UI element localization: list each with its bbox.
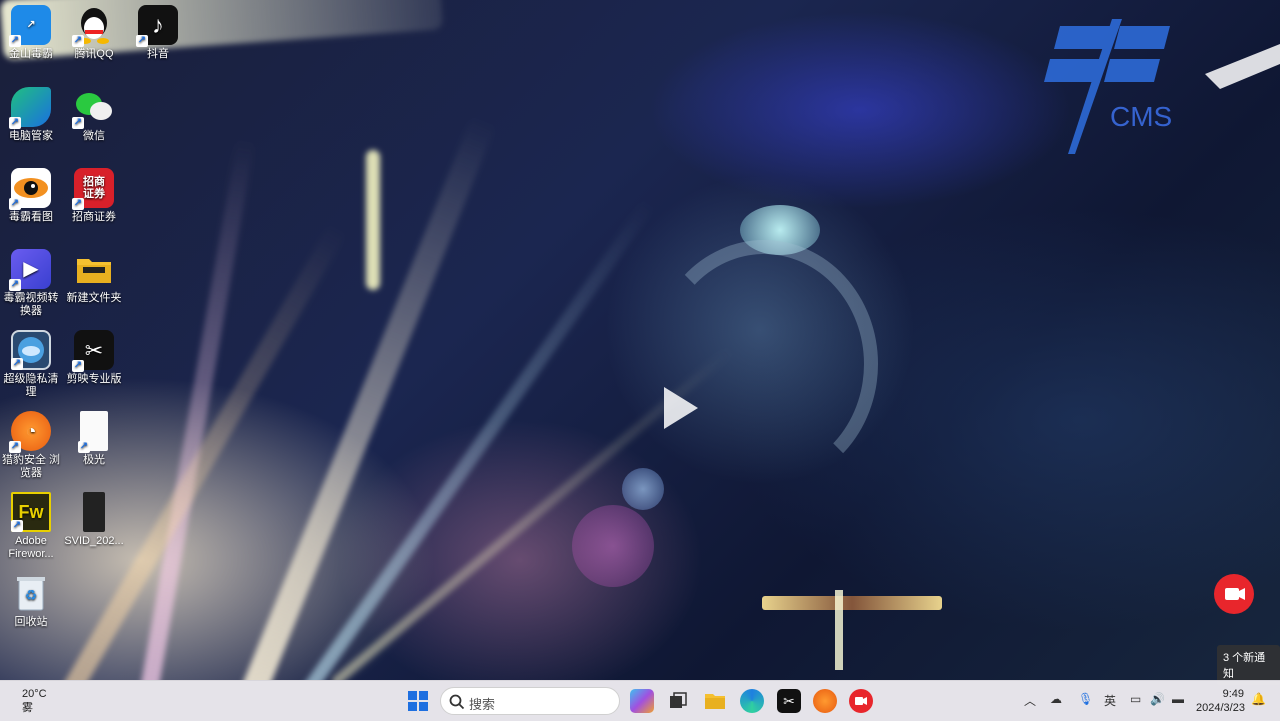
desktop-icon-label: 毒霸看图	[9, 211, 53, 223]
desktop-icon-fireworks[interactable]: Fw ↗ Adobe Firewor...	[0, 492, 63, 561]
network-icon[interactable]: ▭	[1130, 692, 1141, 706]
desktop-wallpaper: CMS	[0, 0, 1280, 680]
desktop-icon-recycle-bin[interactable]: ♻ 回收站	[0, 573, 63, 629]
desktop-icon-privacy-cleaner[interactable]: ↗ 超级隐私清理	[0, 330, 63, 399]
fireworks-icon: Fw ↗	[11, 492, 51, 532]
capcut-taskbar-icon[interactable]: ✂	[777, 689, 801, 713]
shortcut-arrow-icon: ↗	[11, 520, 23, 532]
desktop-icon-label: 极光	[83, 454, 105, 466]
desktop-icon-pc-manager[interactable]: ↗ 电脑管家	[0, 87, 63, 143]
shortcut-arrow-icon: ↗	[72, 117, 84, 129]
ime-indicator[interactable]: 英	[1104, 692, 1116, 709]
windows-start-icon[interactable]	[406, 689, 430, 713]
privacy-cleaner-icon: ↗	[11, 330, 51, 370]
volume-icon[interactable]: 🔊	[1150, 692, 1165, 706]
desktop-icon-label: 微信	[83, 130, 105, 142]
desktop-icon-image-viewer[interactable]: ↗ 毒霸看图	[0, 168, 63, 224]
video-file-icon	[83, 492, 105, 532]
file-explorer-icon[interactable]	[703, 689, 727, 713]
notification-toast[interactable]: 3 个新通知	[1217, 645, 1280, 685]
desktop-icon-label: SVID_202...	[64, 535, 124, 547]
taskbar: 20°C 雾 搜索 ✂ ︿ ☁ 🎙 英 ▭ 🔊 ▬ 9:49 2024/3/23…	[0, 680, 1280, 721]
notification-bell-icon[interactable]: 🔔	[1251, 692, 1266, 706]
desktop-icon-label: 抖音	[147, 48, 169, 60]
battery-icon[interactable]: ▬	[1172, 692, 1184, 706]
search-placeholder: 搜索	[469, 697, 496, 712]
desktop-icon-screen-recorder[interactable]	[1214, 574, 1254, 614]
desktop-icon-douyin[interactable]: ♪ ↗ 抖音	[126, 5, 190, 61]
copilot-icon[interactable]	[630, 689, 654, 713]
folder-icon	[74, 249, 114, 289]
screen-recorder-icon	[1225, 588, 1245, 600]
fireworks-glyph-text: Fw	[18, 501, 44, 522]
shortcut-arrow-icon: ↗	[9, 441, 21, 453]
weather-temp: 20°C	[22, 688, 47, 700]
weather-condition: 雾	[22, 702, 33, 714]
screen-recorder-taskbar-icon[interactable]	[849, 689, 873, 713]
cms-logo-text: CMS	[1110, 101, 1172, 132]
shortcut-arrow-icon: ↗	[9, 279, 21, 291]
recycle-bin-icon: ♻	[11, 573, 51, 613]
desktop-icon-label: 腾讯QQ	[74, 48, 114, 60]
weather-widget[interactable]: 20°C 雾	[22, 687, 47, 715]
shortcut-arrow-icon: ↗	[9, 35, 21, 47]
desktop-icon-label: 剪映专业版	[66, 373, 122, 385]
onedrive-icon[interactable]: ☁	[1050, 692, 1062, 706]
svg-text:♻: ♻	[25, 588, 38, 604]
taskbar-search[interactable]: 搜索	[440, 687, 620, 715]
desktop-icon-label: 电脑管家	[9, 130, 53, 142]
desktop-icon-wechat[interactable]: ↗ 微信	[62, 87, 126, 143]
desktop-icon-jinshan-duba[interactable]: ↗ ↗ 金山毒霸	[0, 5, 63, 61]
shortcut-arrow-icon: ↗	[72, 360, 84, 372]
shortcut-arrow-icon: ↗	[9, 117, 21, 129]
shortcut-arrow-icon: ↗	[72, 35, 84, 47]
clock-time: 9:49	[1222, 688, 1244, 700]
desktop-icon-qq[interactable]: ↗ 腾讯QQ	[62, 5, 126, 61]
cms-securities-glyph-text: 招商证券	[83, 176, 105, 200]
shortcut-arrow-icon: ↗	[9, 198, 21, 210]
shortcut-arrow-icon: ↗	[11, 358, 23, 370]
desktop-icon-cheetah-browser[interactable]: ◔ ↗ 猎豹安全 浏览器	[0, 411, 63, 480]
taskbar-clock[interactable]: 9:49 2024/3/23	[1196, 687, 1245, 715]
douyin-icon: ♪ ↗	[136, 5, 178, 47]
edge-icon[interactable]	[740, 689, 764, 713]
shortcut-arrow-icon: ↗	[78, 441, 90, 453]
desktop-icon-label: 新建文件夹	[66, 292, 122, 304]
desktop-icon-label: 毒霸视频转换器	[3, 292, 59, 317]
microphone-icon[interactable]: 🎙	[1078, 692, 1093, 706]
chevron-up-icon[interactable]: ︿	[1024, 692, 1036, 709]
desktop-icon-label: 超级隐私清理	[3, 373, 59, 398]
desktop-icon-document[interactable]: ↗ 极光	[62, 411, 126, 467]
desktop-icon-label: 猎豹安全 浏览器	[1, 454, 61, 479]
desktop-icon-label: Adobe Firewor...	[8, 535, 54, 560]
image-viewer-icon: ↗	[9, 168, 51, 210]
wechat-icon: ↗	[72, 87, 114, 129]
desktop-icon-label: 回收站	[14, 616, 48, 628]
cheetah-browser-icon: ◔ ↗	[9, 411, 51, 453]
qq-icon: ↗	[72, 5, 114, 47]
desktop-icon-cms-securities[interactable]: 招商证券 ↗ 招商证券	[62, 168, 126, 224]
desktop-icon-new-folder[interactable]: 新建文件夹	[62, 249, 126, 305]
play-icon[interactable]	[660, 385, 700, 431]
task-view-icon[interactable]	[666, 689, 690, 713]
jinshan-duba-icon: ↗ ↗	[9, 5, 51, 47]
shortcut-arrow-icon: ↗	[72, 198, 84, 210]
desktop-icon-video-file[interactable]: SVID_202...	[62, 492, 126, 548]
capcut-icon: ✂ ↗	[72, 330, 114, 372]
cms-logo: CMS	[1044, 19, 1280, 154]
desktop-icon-video-converter[interactable]: ▶ ↗ 毒霸视频转换器	[0, 249, 63, 318]
desktop-icon-label: 招商证券	[72, 211, 116, 223]
desktop-icon-label: 金山毒霸	[9, 48, 53, 60]
desktop-icon-capcut[interactable]: ✂ ↗ 剪映专业版	[62, 330, 126, 386]
search-icon	[449, 694, 465, 710]
document-icon: ↗	[78, 411, 108, 453]
cms-securities-icon: 招商证券 ↗	[72, 168, 114, 210]
video-converter-icon: ▶ ↗	[9, 249, 51, 291]
shortcut-arrow-icon: ↗	[136, 35, 148, 47]
clock-date: 2024/3/23	[1196, 702, 1245, 714]
pc-manager-icon: ↗	[9, 87, 51, 129]
cheetah-browser-taskbar-icon[interactable]	[813, 689, 837, 713]
